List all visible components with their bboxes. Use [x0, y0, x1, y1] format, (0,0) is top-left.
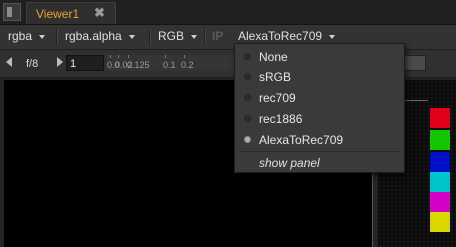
radio-icon	[244, 94, 251, 101]
menu-item-none[interactable]: None	[235, 47, 404, 67]
channels-dropdown[interactable]: rgba	[8, 29, 46, 45]
menu-item-label: None	[259, 50, 288, 64]
slider-tick	[128, 55, 129, 58]
radio-icon	[244, 53, 251, 60]
menu-divider	[239, 151, 400, 152]
menu-item-rec1886[interactable]: rec1886	[235, 109, 404, 129]
color-swatch	[430, 130, 450, 150]
gain-slider[interactable]: 0.0 0.02 0.125 0.1 0.2	[106, 55, 234, 71]
color-swatch	[430, 108, 450, 128]
pane-menu-icon[interactable]	[3, 3, 21, 21]
tab-title: Viewer1	[36, 7, 80, 21]
chevron-down-icon	[128, 34, 135, 39]
menu-item-alexatorec709[interactable]: AlexaToRec709	[235, 130, 404, 150]
input-process-button[interactable]: IP	[212, 29, 223, 43]
chevron-down-icon	[39, 34, 46, 39]
slider-tick-label: 0.2	[181, 60, 194, 70]
display-channels-value: RGB	[158, 29, 185, 43]
chevron-down-icon	[191, 34, 198, 39]
fstop-decrease-icon[interactable]	[6, 57, 12, 67]
menu-item-rec709[interactable]: rec709	[235, 88, 404, 108]
menu-item-label: rec709	[259, 91, 296, 105]
display-channels-dropdown[interactable]: RGB	[158, 29, 198, 45]
separator	[204, 29, 206, 45]
slider-tick	[184, 55, 185, 58]
menu-item-label: rec1886	[259, 112, 303, 126]
gain-input[interactable]: 1	[66, 55, 104, 71]
slider-tick-label: 0.125	[127, 60, 150, 70]
chevron-down-icon	[329, 34, 336, 39]
alpha-channel-dropdown[interactable]: rgba.alpha	[65, 29, 135, 45]
alpha-channel-value: rgba.alpha	[65, 29, 122, 43]
tab-viewer1[interactable]: Viewer1 ✖	[26, 2, 116, 24]
separator	[149, 29, 151, 45]
show-panel-item[interactable]: show panel	[259, 156, 320, 170]
menu-item-label: AlexaToRec709	[259, 133, 344, 147]
slider-tick	[165, 55, 166, 58]
slider-tick	[118, 55, 119, 58]
menu-item-label: sRGB	[259, 70, 292, 84]
slider-tick	[110, 55, 111, 58]
menu-item-srgb[interactable]: sRGB	[235, 67, 404, 87]
radio-icon	[244, 73, 251, 80]
tab-bar: Viewer1 ✖	[0, 0, 456, 25]
color-swatch	[430, 152, 450, 172]
slider-tick-label: 0.1	[163, 60, 176, 70]
color-swatch	[430, 172, 450, 192]
viewer-process-menu: None sRGB rec709 rec1886 AlexaToRec709 s…	[234, 43, 405, 173]
fstop-label: f/8	[26, 58, 39, 70]
channels-value: rgba	[8, 29, 33, 43]
slider-handle[interactable]	[404, 55, 426, 71]
color-swatch	[430, 212, 450, 232]
radio-selected-icon	[244, 136, 251, 143]
radio-icon	[244, 115, 251, 122]
close-icon[interactable]: ✖	[94, 5, 105, 21]
separator	[56, 29, 58, 45]
color-swatch	[430, 192, 450, 212]
fstop-increase-icon[interactable]	[57, 57, 63, 67]
viewer-process-value: AlexaToRec709	[238, 29, 323, 43]
